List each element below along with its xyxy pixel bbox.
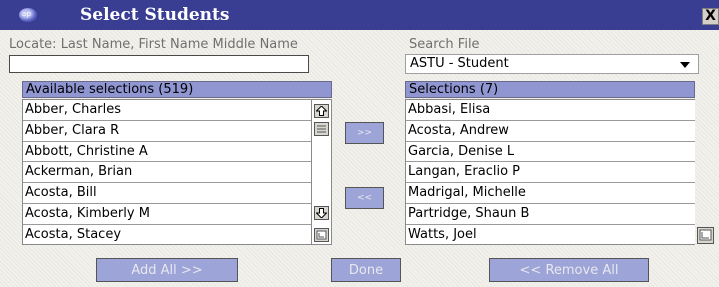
resize-corner-icon	[697, 227, 714, 244]
locate-input[interactable]	[9, 55, 309, 73]
arrow-up-icon[interactable]	[314, 104, 329, 118]
selection-item[interactable]: Acosta, Andrew	[406, 121, 695, 142]
selection-item[interactable]: Partridge, Shaun B	[406, 204, 695, 225]
selection-item[interactable]: Langan, Eraclio P	[406, 162, 695, 184]
dialog-title: Select Students	[80, 5, 230, 25]
selections-header: Selections (7)	[405, 81, 695, 98]
app-logo-text: a·p	[22, 10, 31, 18]
search-file-label: Search File	[409, 37, 480, 52]
available-item[interactable]: Ackerman, Brian	[23, 162, 311, 184]
available-item[interactable]: Acosta, Bill	[23, 183, 311, 204]
arrow-down-icon[interactable]	[314, 206, 329, 220]
selections-list[interactable]: Abbasi, Elisa Acosta, Andrew Garcia, Den…	[405, 99, 695, 245]
search-file-dropdown[interactable]: ASTU - Student	[405, 54, 699, 74]
available-list[interactable]: Abber, Charles Abber, Clara R Abbott, Ch…	[22, 99, 312, 245]
remove-all-button[interactable]: << Remove All	[489, 258, 649, 282]
available-header: Available selections (519)	[22, 81, 332, 98]
chevron-down-icon[interactable]	[680, 62, 690, 68]
done-button[interactable]: Done	[331, 258, 401, 282]
scroll-thumb[interactable]	[314, 122, 329, 136]
available-item[interactable]: Abbott, Christine A	[23, 142, 311, 163]
available-item[interactable]: Abber, Charles	[23, 100, 311, 121]
app-logo-icon: a·p	[19, 8, 37, 22]
selection-item[interactable]: Abbasi, Elisa	[406, 100, 695, 121]
resize-corner-icon	[314, 228, 329, 242]
add-all-button[interactable]: Add All >>	[96, 258, 238, 282]
close-icon[interactable]: X	[702, 8, 719, 25]
selection-item[interactable]: Watts, Joel	[406, 225, 695, 244]
selection-item[interactable]: Garcia, Denise L	[406, 142, 695, 163]
available-item[interactable]: Acosta, Stacey	[23, 225, 311, 244]
move-right-button[interactable]: >>	[345, 122, 384, 144]
locate-label: Locate: Last Name, First Name Middle Nam…	[9, 37, 298, 52]
move-left-button[interactable]: <<	[345, 187, 384, 209]
available-item[interactable]: Abber, Clara R	[23, 121, 311, 142]
available-item[interactable]: Acosta, Kimberly M	[23, 204, 311, 225]
selection-item[interactable]: Madrigal, Michelle	[406, 183, 695, 204]
search-file-selected: ASTU - Student	[410, 56, 509, 71]
available-scrollbar[interactable]	[312, 99, 332, 245]
